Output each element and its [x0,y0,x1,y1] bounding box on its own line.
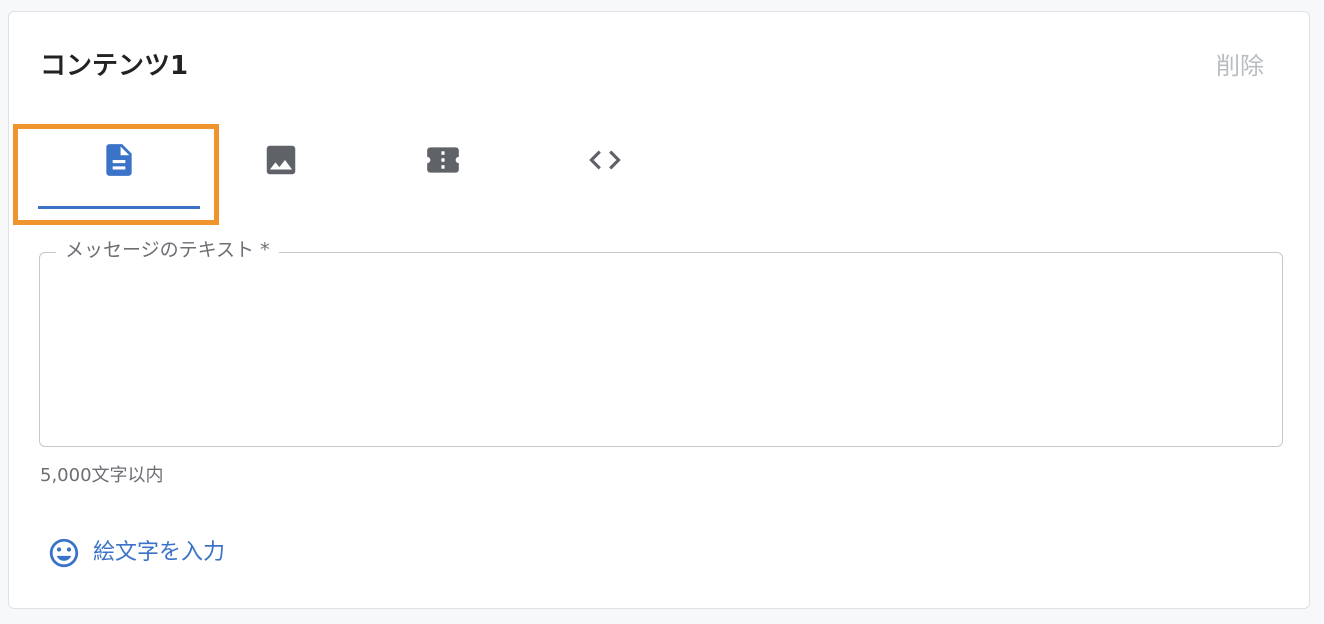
tab-code[interactable] [524,122,686,212]
emoji-input-button[interactable]: 絵文字を入力 [47,536,225,570]
message-text-field: メッセージのテキスト * [39,237,1283,447]
smiley-face-icon [49,538,79,568]
image-icon [266,145,296,175]
text-document-icon [106,144,132,176]
tab-text[interactable] [38,122,200,212]
emoji-input-label: 絵文字を入力 [93,540,226,565]
content-card: コンテンツ1 削除 メッセージのテキスト * 5,000文字以内 絵文字を入力 [8,11,1310,609]
content-title: コンテンツ1 [40,51,189,81]
code-icon [589,150,621,170]
tab-coupon[interactable] [362,122,524,212]
delete-button[interactable]: 削除 [1216,50,1264,82]
message-text-input[interactable] [40,253,1282,446]
ticket-icon [427,147,459,173]
active-tab-indicator [38,206,200,209]
tab-image[interactable] [200,122,362,212]
character-limit-hint: 5,000文字以内 [40,465,164,486]
